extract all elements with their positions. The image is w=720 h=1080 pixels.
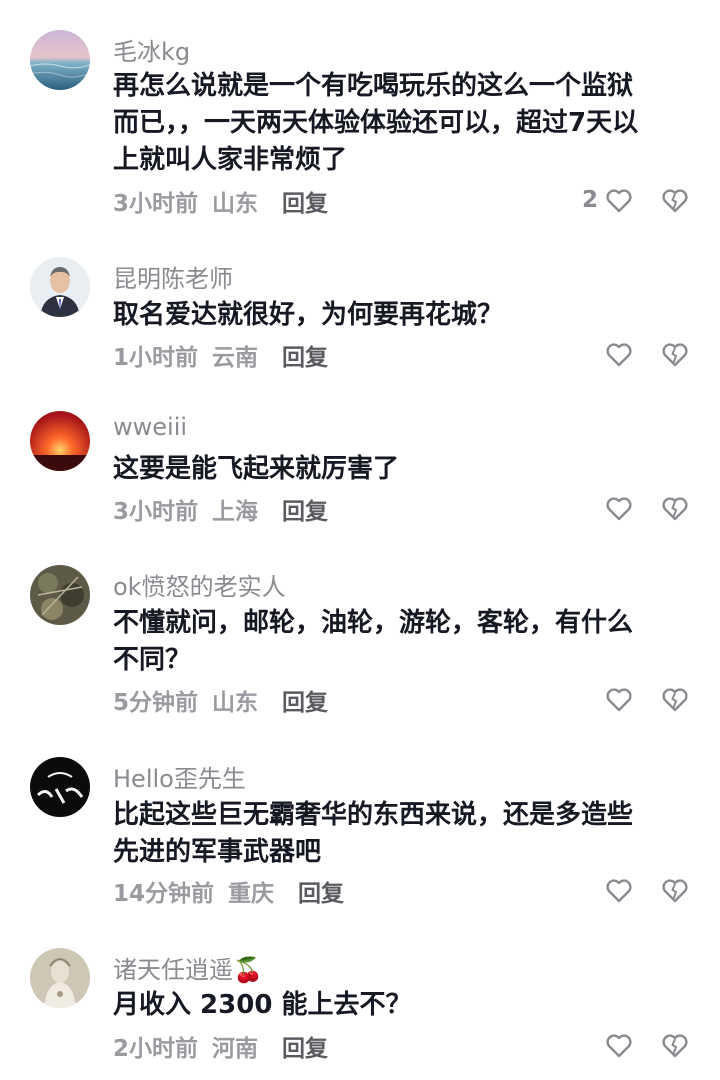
location: 山东 <box>212 191 259 217</box>
timestamp: 2小时前 <box>113 1036 199 1062</box>
location: 上海 <box>212 499 259 525</box>
comment-text: 再怎么说就是一个有吃喝玩乐的这么一个监狱 而已，，一天两天体验体验还可以，超过7… <box>113 71 639 175</box>
reply-button[interactable]: 回复 <box>282 184 328 218</box>
like-button[interactable] <box>598 1030 634 1060</box>
comment-meta: 2小时前 河南 回复 <box>113 1029 328 1063</box>
comment-meta: 5分钟前 山东 回复 <box>113 683 328 717</box>
dislike-button[interactable] <box>660 1030 690 1060</box>
comment-text: 比起这些巨无霸奢华的东西来说，还是多造些 先进的军事武器吧 <box>113 800 634 867</box>
avatar[interactable] <box>30 757 90 817</box>
reply-button[interactable]: 回复 <box>282 492 328 526</box>
comment-text: 这要是能飞起来就厉害了 <box>113 454 400 484</box>
like-count: 2 <box>581 187 598 213</box>
broken-heart-icon <box>660 1030 690 1060</box>
broken-heart-icon <box>660 684 690 714</box>
reply-button[interactable]: 回复 <box>282 1029 328 1063</box>
username[interactable]: 毛冰kg <box>113 32 190 67</box>
timestamp: 3小时前 <box>113 499 199 525</box>
timestamp: 5分钟前 <box>113 690 199 716</box>
comment-meta: 1小时前 云南 回复 <box>113 338 328 372</box>
username[interactable]: 诸天任逍遥🍒 <box>113 950 263 985</box>
timestamp: 14分钟前 <box>113 881 215 907</box>
like-button[interactable] <box>598 684 634 714</box>
like-button[interactable] <box>598 339 634 369</box>
timestamp: 3小时前 <box>113 191 199 217</box>
like-button[interactable]: 2 <box>582 185 634 215</box>
comment-text: 月收入 2300 能上去不？ <box>113 990 412 1020</box>
location: 重庆 <box>228 881 275 907</box>
broken-heart-icon <box>660 493 690 523</box>
heart-icon <box>604 185 634 215</box>
heart-icon <box>604 875 634 905</box>
heart-icon <box>604 684 634 714</box>
heart-icon <box>604 339 634 369</box>
reply-button[interactable]: 回复 <box>282 683 328 717</box>
comment-meta: 3小时前 上海 回复 <box>113 492 328 526</box>
avatar[interactable] <box>30 411 90 471</box>
comment-text: 取名爱达就很好，为何要再花城？ <box>113 300 504 330</box>
like-button[interactable] <box>598 875 634 905</box>
broken-heart-icon <box>660 339 690 369</box>
location: 山东 <box>212 690 259 716</box>
username[interactable]: ok愤怒的老实人 <box>113 567 286 602</box>
dislike-button[interactable] <box>660 875 690 905</box>
reply-button[interactable]: 回复 <box>298 874 344 908</box>
username[interactable]: wweiii <box>113 413 187 441</box>
username[interactable]: 昆明陈老师 <box>113 259 233 294</box>
comment-meta: 3小时前 山东 回复 <box>113 184 328 218</box>
dislike-button[interactable] <box>660 185 690 215</box>
location: 云南 <box>212 345 259 371</box>
avatar[interactable] <box>30 30 90 90</box>
dislike-button[interactable] <box>660 684 690 714</box>
avatar[interactable] <box>30 948 90 1008</box>
timestamp: 1小时前 <box>113 345 199 371</box>
location: 河南 <box>212 1036 259 1062</box>
dislike-button[interactable] <box>660 339 690 369</box>
heart-icon <box>604 493 634 523</box>
dislike-button[interactable] <box>660 493 690 523</box>
heart-icon <box>604 1030 634 1060</box>
comment-meta: 14分钟前 重庆 回复 <box>113 874 344 908</box>
avatar[interactable] <box>30 565 90 625</box>
like-button[interactable] <box>598 493 634 523</box>
comment-text: 不懂就问，邮轮，油轮，游轮，客轮，有什么 不同？ <box>113 608 634 675</box>
broken-heart-icon <box>660 185 690 215</box>
username[interactable]: Hello歪先生 <box>113 759 246 794</box>
broken-heart-icon <box>660 875 690 905</box>
reply-button[interactable]: 回复 <box>282 338 328 372</box>
avatar[interactable] <box>30 257 90 317</box>
